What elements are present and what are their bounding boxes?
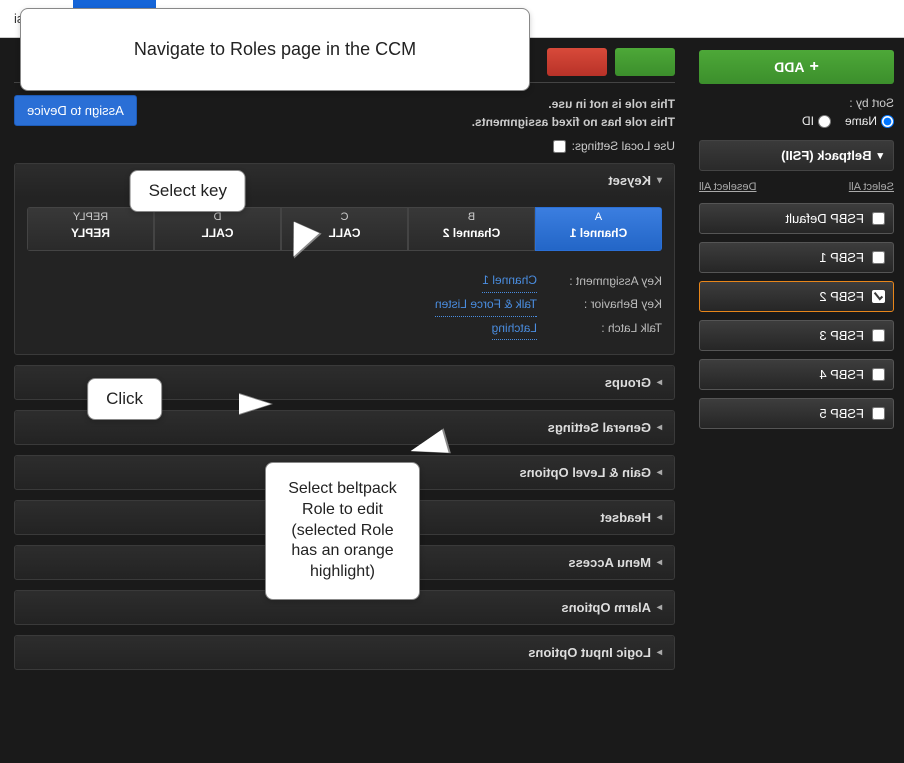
role-item[interactable]: FSBP 5 bbox=[699, 398, 894, 429]
chevron-right-icon: ▸ bbox=[657, 422, 662, 433]
chevron-right-icon: ▸ bbox=[657, 512, 662, 523]
role-checkbox[interactable] bbox=[872, 251, 885, 264]
sort-name[interactable]: Name bbox=[845, 114, 894, 128]
chevron-right-icon: ▸ bbox=[657, 467, 662, 478]
talk-latch-value[interactable]: Latching bbox=[492, 317, 537, 341]
local-settings-checkbox[interactable] bbox=[553, 140, 566, 153]
role-checkbox[interactable] bbox=[872, 368, 885, 381]
chevron-right-icon: ▸ bbox=[657, 602, 662, 613]
key-b[interactable]: BChannel 2 bbox=[408, 207, 535, 251]
keyset-keys: AChannel 1 BChannel 2 CCALL DCALL REPLYR… bbox=[27, 207, 662, 251]
callout-click: Click bbox=[87, 378, 162, 420]
red-button[interactable] bbox=[547, 48, 607, 76]
role-checkbox[interactable] bbox=[872, 407, 885, 420]
chevron-right-icon: ▸ bbox=[657, 647, 662, 658]
plus-icon: + bbox=[810, 58, 819, 76]
sort-label: Sort by : bbox=[699, 96, 894, 110]
local-settings: Use Local Settings: bbox=[14, 139, 675, 153]
green-button[interactable] bbox=[615, 48, 675, 76]
add-button[interactable]: + ADD bbox=[699, 50, 894, 84]
role-item-selected[interactable]: FSBP 2 bbox=[699, 281, 894, 312]
device-type-dropdown[interactable]: ▾ Beltpack (FSII) bbox=[699, 140, 894, 171]
role-checkbox[interactable] bbox=[872, 212, 885, 225]
chevron-down-icon: ▾ bbox=[657, 175, 662, 186]
key-behavior-value[interactable]: Talk & Force Listen bbox=[435, 293, 537, 317]
keyset-panel: ▾ Keyset AChannel 1 BChannel 2 CCALL DCA… bbox=[14, 163, 675, 355]
chevron-down-icon: ▾ bbox=[877, 149, 883, 162]
assign-to-device-button[interactable]: Assign to Device bbox=[14, 95, 137, 126]
logic-input-panel: ▸Logic Input Options bbox=[14, 635, 675, 670]
action-buttons bbox=[547, 48, 675, 76]
keyset-header[interactable]: ▾ Keyset bbox=[15, 164, 674, 197]
key-d[interactable]: DCALL bbox=[154, 207, 281, 251]
role-status: This role is not in use. This role has n… bbox=[472, 95, 675, 131]
chevron-right-icon: ▸ bbox=[657, 377, 662, 388]
role-checkbox[interactable] bbox=[872, 290, 885, 303]
key-assignment-value[interactable]: Channel 1 bbox=[482, 269, 537, 293]
key-details: Key Assignment :Channel 1 Key Behavior :… bbox=[27, 269, 662, 340]
sort-by: Sort by : Name ID bbox=[699, 96, 894, 128]
sidebar: + ADD Sort by : Name ID ▾ Beltpack (FSII… bbox=[689, 38, 904, 763]
role-item[interactable]: FSBP Default bbox=[699, 203, 894, 234]
callout-select-key: Select key bbox=[130, 170, 246, 212]
callout-select-role: Select beltpack Role to edit (selected R… bbox=[265, 462, 420, 600]
role-list: FSBP Default FSBP 1 FSBP 2 FSBP 3 FSBP 4… bbox=[699, 203, 894, 429]
sort-id[interactable]: ID bbox=[802, 114, 831, 128]
role-checkbox[interactable] bbox=[872, 329, 885, 342]
role-item[interactable]: FSBP 3 bbox=[699, 320, 894, 351]
key-a[interactable]: AChannel 1 bbox=[535, 207, 662, 251]
sort-id-radio[interactable] bbox=[818, 115, 831, 128]
panel-header[interactable]: ▸Logic Input Options bbox=[15, 636, 674, 669]
chevron-right-icon: ▸ bbox=[657, 557, 662, 568]
role-item[interactable]: FSBP 4 bbox=[699, 359, 894, 390]
sort-name-radio[interactable] bbox=[881, 115, 894, 128]
role-item[interactable]: FSBP 1 bbox=[699, 242, 894, 273]
key-reply[interactable]: REPLYREPLY bbox=[27, 207, 154, 251]
deselect-all-link[interactable]: Deselect All bbox=[699, 181, 756, 193]
callout-navigate: Navigate to Roles page in the CCM bbox=[20, 8, 530, 91]
select-all-link[interactable]: Select All bbox=[849, 181, 894, 193]
callout-pointer bbox=[239, 394, 271, 414]
